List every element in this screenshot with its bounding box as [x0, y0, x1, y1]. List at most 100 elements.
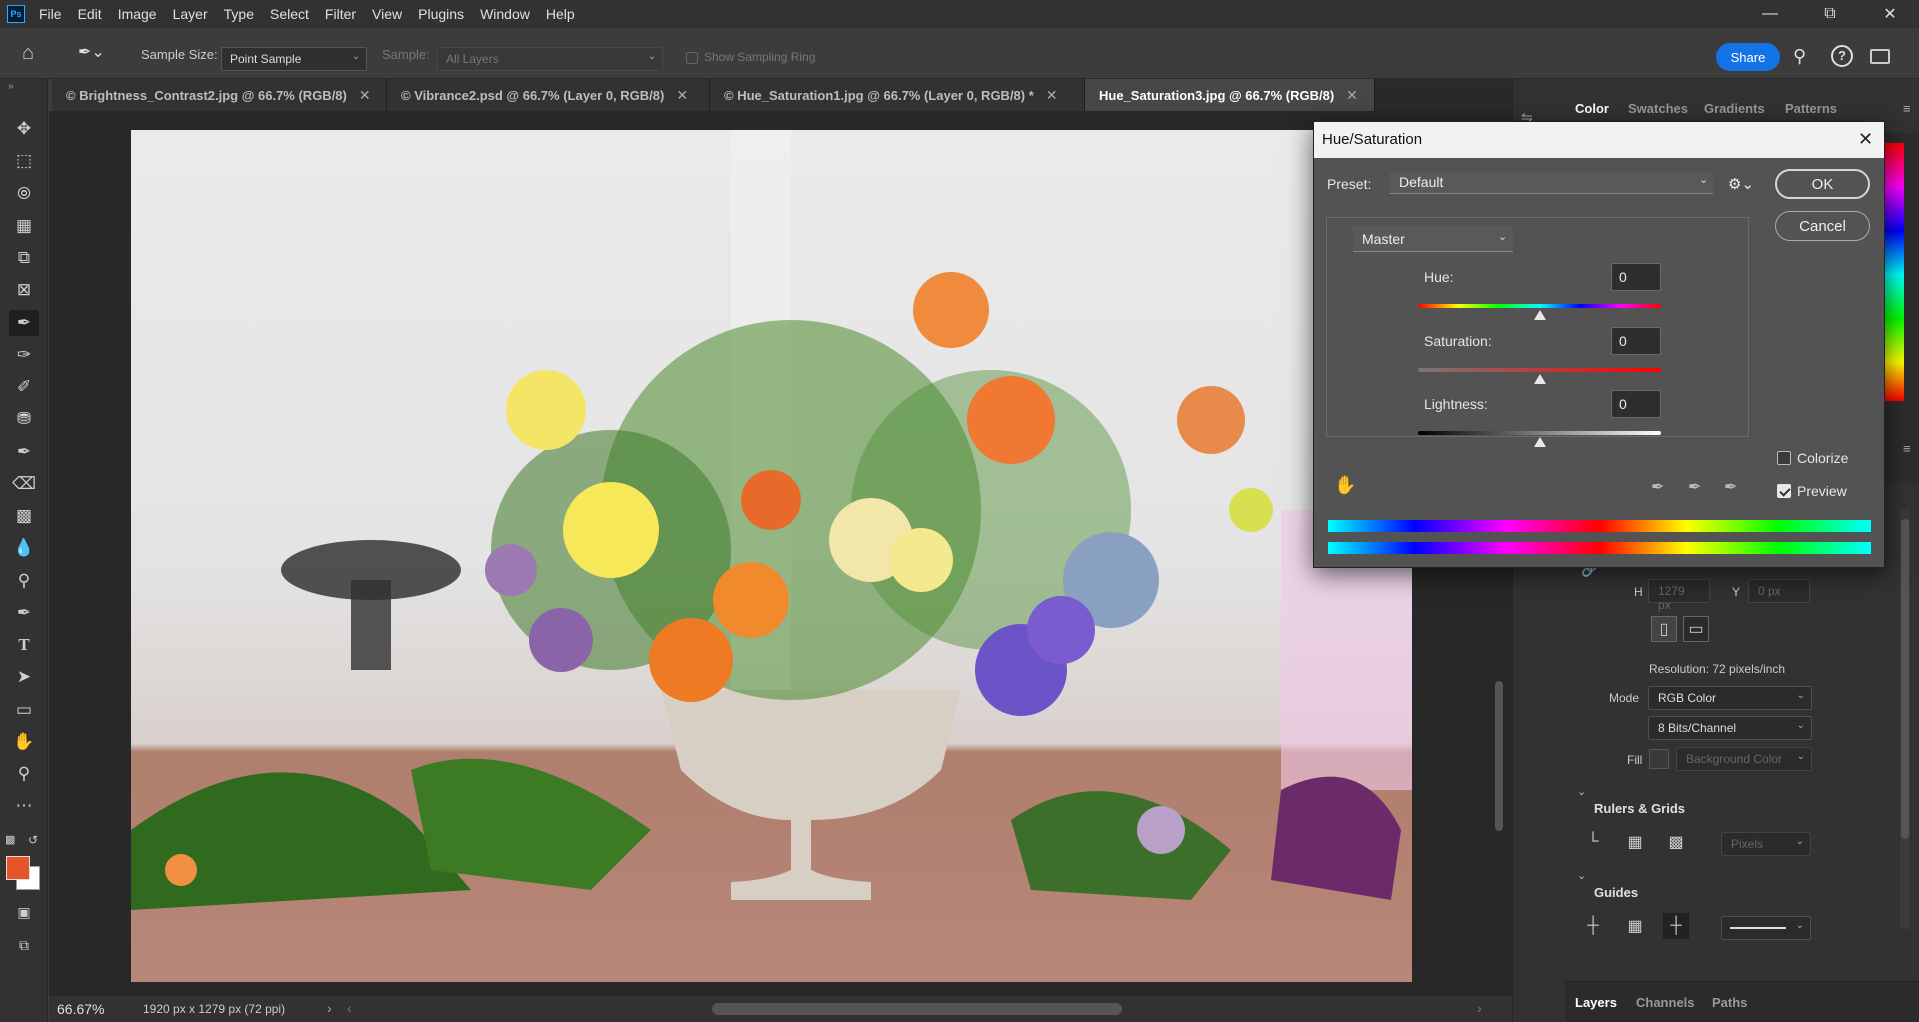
ruler-icon[interactable]: └ [1580, 829, 1606, 855]
path-selection-tool-icon[interactable]: ➤ [9, 664, 39, 690]
smart-guides-icon[interactable]: ┼ [1663, 913, 1689, 939]
menu-image[interactable]: Image [118, 6, 157, 22]
pen-tool-icon[interactable]: ✒ [9, 600, 39, 626]
targeted-adjustment-hand-icon[interactable]: ✋ [1334, 475, 1356, 496]
eyedropper-tool-preset-icon[interactable]: ✒⌄ [78, 42, 106, 64]
channel-select[interactable]: Master ⌄ [1353, 226, 1513, 252]
tab-layers[interactable]: Layers [1575, 995, 1617, 1010]
chevron-down-icon[interactable]: ⌄ [1577, 869, 1586, 882]
eyedropper-minus-icon[interactable]: ✒ [1724, 477, 1737, 497]
cancel-button[interactable]: Cancel [1775, 211, 1870, 241]
move-tool-icon[interactable]: ✥ [9, 116, 39, 142]
hue-input[interactable]: 0 [1611, 263, 1661, 291]
tab-patterns[interactable]: Patterns [1785, 101, 1837, 116]
close-window-icon[interactable]: ✕ [1866, 0, 1914, 28]
colorize-checkbox[interactable] [1777, 451, 1791, 465]
blur-tool-icon[interactable]: 💧 [9, 535, 39, 561]
search-icon[interactable]: ⚲ [1793, 46, 1806, 67]
tab-hue-saturation3[interactable]: Hue_Saturation3.jpg @ 66.7% (RGB/8) ✕ [1085, 79, 1375, 111]
menu-window[interactable]: Window [480, 6, 530, 22]
help-icon[interactable]: ? [1831, 45, 1853, 67]
y-input[interactable]: 0 px [1748, 579, 1810, 603]
dodge-tool-icon[interactable]: ⚲ [9, 568, 39, 594]
tab-channels[interactable]: Channels [1636, 995, 1695, 1010]
collapse-toolbar-icon[interactable]: » [8, 81, 14, 92]
guide-style-select[interactable]: ⌄ [1721, 916, 1811, 940]
zoom-tool-icon[interactable]: ⚲ [9, 761, 39, 787]
hue-slider-thumb[interactable] [1534, 310, 1546, 320]
mode-select[interactable]: RGB Color ⌄ [1648, 686, 1812, 710]
preview-checkbox[interactable] [1777, 484, 1791, 498]
eraser-tool-icon[interactable]: ⌫ [9, 471, 39, 497]
workspace-icon[interactable] [1870, 49, 1890, 64]
object-selection-tool-icon[interactable]: ▦ [9, 213, 39, 239]
clone-stamp-tool-icon[interactable]: ⛃ [9, 406, 39, 432]
tab-brightness-contrast[interactable]: © Brightness_Contrast2.jpg @ 66.7% (RGB/… [52, 79, 387, 111]
properties-menu-icon[interactable]: ≡ [1903, 441, 1911, 456]
minimize-icon[interactable]: — [1746, 0, 1794, 28]
pixel-grid-icon[interactable]: ▩ [1663, 829, 1689, 855]
saturation-slider-track[interactable] [1418, 368, 1661, 372]
home-icon[interactable]: ⌂ [22, 42, 46, 64]
menu-help[interactable]: Help [546, 6, 575, 22]
lasso-tool-icon[interactable]: ⦾ [9, 181, 39, 207]
hue-slider-track[interactable] [1418, 304, 1661, 308]
fill-swatch[interactable] [1649, 749, 1669, 769]
swap-colors-icon[interactable]: ↺ [28, 833, 38, 847]
panel-menu-icon[interactable]: ≡ [1903, 101, 1911, 116]
tab-swatches[interactable]: Swatches [1628, 101, 1688, 116]
history-brush-tool-icon[interactable]: ✒ [9, 439, 39, 465]
scroll-left-icon[interactable]: ‹ [347, 1000, 352, 1016]
edit-toolbar-icon[interactable]: ⋯ [9, 793, 39, 819]
frame-tool-icon[interactable]: ⊠ [9, 277, 39, 303]
hue-spectrum-strip[interactable] [1884, 143, 1904, 401]
menu-layer[interactable]: Layer [173, 6, 208, 22]
default-colors-icon[interactable]: ▩ [5, 833, 15, 846]
units-select[interactable]: Pixels ⌄ [1721, 832, 1811, 856]
preset-select[interactable]: Default ⌄ [1390, 172, 1713, 194]
show-sampling-ring-checkbox[interactable] [686, 52, 698, 64]
bit-depth-select[interactable]: 8 Bits/Channel ⌄ [1648, 716, 1812, 740]
tab-color[interactable]: Color [1575, 101, 1609, 116]
properties-scrollbar-thumb[interactable] [1901, 519, 1909, 839]
healing-brush-tool-icon[interactable]: ✑ [9, 342, 39, 368]
horizontal-scrollbar-thumb[interactable] [712, 1003, 1122, 1015]
menu-edit[interactable]: Edit [78, 6, 102, 22]
saturation-slider-thumb[interactable] [1534, 374, 1546, 384]
menu-type[interactable]: Type [224, 6, 254, 22]
chevron-down-icon[interactable]: ⌄ [1577, 785, 1586, 798]
fill-select[interactable]: Background Color ⌄ [1676, 747, 1812, 771]
tab-paths[interactable]: Paths [1712, 995, 1747, 1010]
document-image[interactable] [131, 130, 1412, 982]
preset-options-gear-icon[interactable]: ⚙⌄ [1728, 175, 1754, 193]
lock-guides-icon[interactable]: ▦ [1622, 913, 1648, 939]
status-menu-icon[interactable]: › [327, 1000, 332, 1016]
close-dialog-icon[interactable]: ✕ [1858, 129, 1873, 150]
properties-scrollbar[interactable] [1900, 509, 1910, 929]
panel-collapse-bar[interactable] [1547, 79, 1917, 84]
grid-icon[interactable]: ▦ [1622, 829, 1648, 855]
menu-select[interactable]: Select [270, 6, 309, 22]
guides-icon[interactable]: ┼ [1580, 913, 1606, 939]
hand-tool-icon[interactable]: ✋ [9, 729, 39, 755]
crop-tool-icon[interactable]: ⧉ [9, 245, 39, 271]
sample-select[interactable]: All Layers ⌄ [437, 47, 663, 71]
menu-plugins[interactable]: Plugins [418, 6, 464, 22]
vertical-scrollbar-thumb[interactable] [1495, 681, 1503, 831]
menu-view[interactable]: View [372, 6, 402, 22]
ok-button[interactable]: OK [1775, 169, 1870, 199]
rectangle-tool-icon[interactable]: ▭ [9, 697, 39, 723]
saturation-input[interactable]: 0 [1611, 327, 1661, 355]
brush-tool-icon[interactable]: ✐ [9, 374, 39, 400]
lightness-slider-track[interactable] [1418, 431, 1661, 435]
sample-size-select[interactable]: Point Sample ⌄ [221, 47, 367, 71]
menu-filter[interactable]: Filter [325, 6, 356, 22]
scroll-right-icon[interactable]: › [1477, 1000, 1482, 1016]
close-tab-icon[interactable]: ✕ [359, 87, 371, 104]
close-tab-icon[interactable]: ✕ [676, 87, 688, 104]
landscape-orientation-icon[interactable]: ▭ [1683, 616, 1709, 642]
lightness-slider-thumb[interactable] [1534, 437, 1546, 447]
quick-mask-icon[interactable]: ▣ [9, 899, 39, 925]
marquee-tool-icon[interactable]: ⬚ [9, 148, 39, 174]
zoom-level[interactable]: 66.67% [57, 1001, 127, 1017]
